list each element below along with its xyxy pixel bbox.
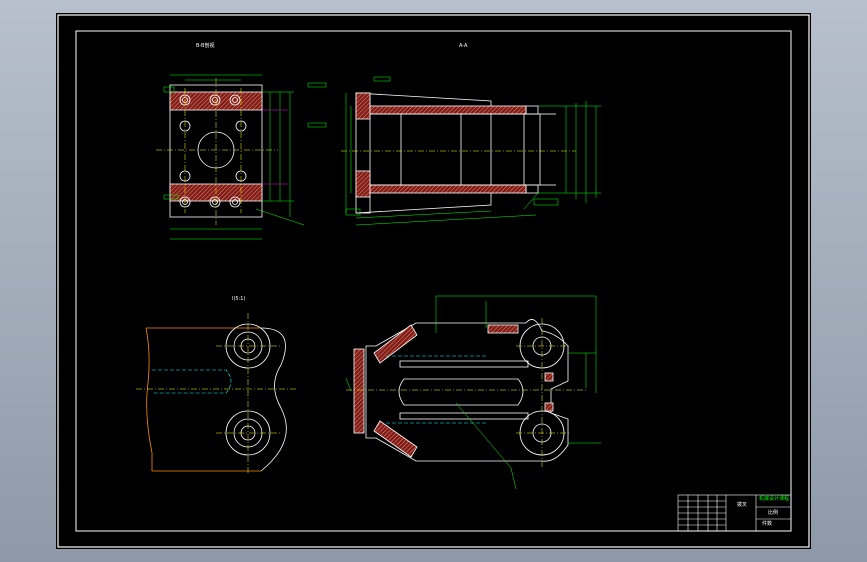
detail-label: I(5:1) bbox=[232, 296, 246, 302]
title-block-name: 拨叉 bbox=[737, 502, 748, 508]
title-block-sheet: 件数 bbox=[762, 521, 773, 527]
view-detail bbox=[145, 327, 261, 472]
section-label-aa: A-A bbox=[459, 43, 468, 49]
drawing-sheet: B-B剖视 A-A I(5:1) 拨叉 机械设计课程 比例 件数 bbox=[56, 13, 811, 549]
section-label-bb: B-B剖视 bbox=[196, 43, 215, 49]
view-aa-section bbox=[355, 92, 556, 214]
view-detail-hidden bbox=[152, 369, 232, 394]
title-block-project: 机械设计课程 bbox=[759, 496, 790, 502]
title-block-scale: 比例 bbox=[768, 510, 779, 516]
cad-drawing bbox=[57, 14, 810, 548]
view-plan bbox=[353, 319, 569, 462]
view-plan-dimensions bbox=[345, 295, 601, 490]
